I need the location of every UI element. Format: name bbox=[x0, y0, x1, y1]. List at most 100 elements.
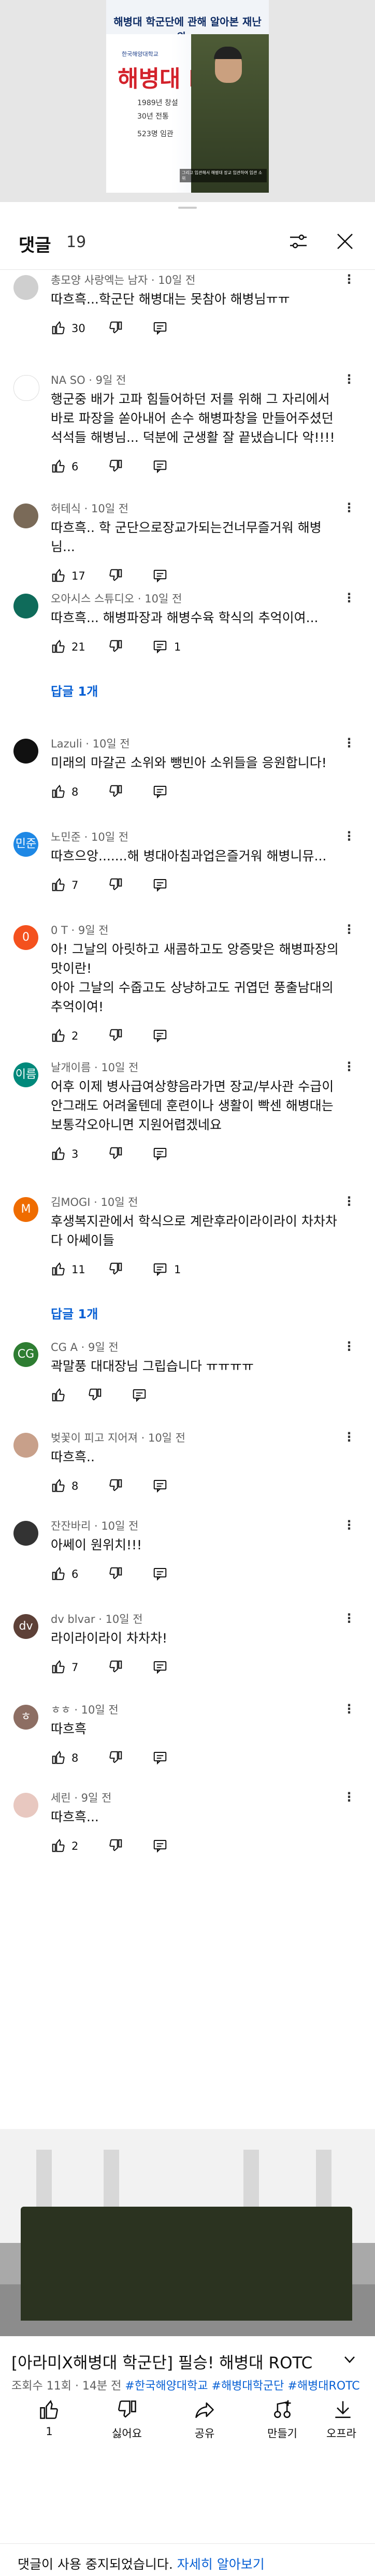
dislike-button[interactable] bbox=[108, 568, 123, 586]
avatar[interactable] bbox=[13, 594, 38, 618]
video-title[interactable]: [아라미X해병대 학군단] 필승! 해병대 ROTC bbox=[11, 2350, 312, 2373]
comment-author[interactable]: 세린 bbox=[51, 1792, 71, 1804]
comment-author[interactable]: 벚꽃이 피고 지어져 bbox=[51, 1432, 138, 1444]
dislike-button[interactable] bbox=[108, 1566, 123, 1584]
create-button[interactable]: 만들기 bbox=[254, 2398, 311, 2441]
reply-button[interactable] bbox=[152, 568, 168, 586]
dislike-button[interactable] bbox=[108, 1838, 123, 1856]
dislike-button[interactable] bbox=[87, 1387, 103, 1405]
like-button[interactable] bbox=[51, 1387, 66, 1405]
dislike-button[interactable]: 싫어요 bbox=[98, 2398, 155, 2441]
like-button[interactable]: 3 bbox=[51, 1146, 78, 1164]
drag-handle[interactable] bbox=[178, 207, 197, 209]
dislike-button[interactable] bbox=[108, 639, 123, 657]
avatar[interactable]: 민준 bbox=[13, 832, 38, 857]
reply-button[interactable] bbox=[152, 320, 168, 338]
comment-author[interactable]: ㅎㅎ bbox=[51, 1704, 71, 1716]
like-button[interactable]: 17 bbox=[51, 568, 85, 586]
avatar[interactable] bbox=[13, 275, 38, 300]
reply-button[interactable]: 1 bbox=[152, 1261, 181, 1279]
comment-author[interactable]: CG A bbox=[51, 1341, 78, 1354]
more-vert-icon[interactable]: ⋮ bbox=[343, 1611, 355, 1625]
avatar[interactable] bbox=[13, 1433, 38, 1458]
reply-button[interactable] bbox=[152, 1478, 168, 1496]
video-hashtags[interactable]: #한국해양대학교 #해병대학군단 #해병대ROTC bbox=[125, 2380, 359, 2393]
like-button[interactable]: 1 bbox=[21, 2398, 78, 2438]
share-button[interactable]: 공유 bbox=[176, 2398, 233, 2441]
comment-author[interactable]: 허테식 bbox=[51, 502, 81, 515]
more-vert-icon[interactable]: ⋮ bbox=[343, 1790, 355, 1804]
avatar[interactable]: dv bbox=[13, 1614, 38, 1639]
more-vert-icon[interactable]: ⋮ bbox=[343, 272, 355, 286]
view-replies-link[interactable]: 답글 1개 bbox=[51, 1304, 98, 1322]
comment-author[interactable]: 날개이름 bbox=[51, 1061, 91, 1074]
reply-button[interactable] bbox=[152, 784, 168, 802]
dislike-button[interactable] bbox=[108, 1028, 123, 1046]
like-button[interactable]: 30 bbox=[51, 320, 85, 338]
like-button[interactable]: 2 bbox=[51, 1028, 78, 1046]
avatar[interactable]: CG bbox=[13, 1342, 38, 1367]
reply-button[interactable] bbox=[152, 1146, 168, 1164]
like-button[interactable]: 2 bbox=[51, 1838, 78, 1856]
avatar[interactable]: ㅎ bbox=[13, 1705, 38, 1730]
like-button[interactable]: 8 bbox=[51, 784, 78, 802]
reply-button[interactable] bbox=[152, 458, 168, 477]
dislike-button[interactable] bbox=[108, 1146, 123, 1164]
more-vert-icon[interactable]: ⋮ bbox=[343, 1430, 355, 1444]
comment-author[interactable]: 0 T bbox=[51, 924, 68, 937]
like-button[interactable]: 6 bbox=[51, 458, 78, 477]
comment-author[interactable]: NA SO bbox=[51, 374, 85, 386]
reply-button[interactable] bbox=[152, 1028, 168, 1046]
reply-button[interactable] bbox=[152, 1566, 168, 1584]
like-button[interactable]: 7 bbox=[51, 877, 78, 895]
like-button[interactable]: 8 bbox=[51, 1750, 78, 1768]
filter-icon[interactable] bbox=[288, 231, 309, 254]
reply-button[interactable] bbox=[132, 1387, 147, 1405]
chevron-down-icon[interactable] bbox=[342, 2352, 357, 2369]
comment-author[interactable]: 총모양 사랑엑는 남자 bbox=[51, 274, 148, 286]
dislike-button[interactable] bbox=[108, 1750, 123, 1768]
more-vert-icon[interactable]: ⋮ bbox=[343, 372, 355, 386]
like-button[interactable]: 11 bbox=[51, 1261, 85, 1279]
dislike-button[interactable] bbox=[108, 320, 123, 338]
more-vert-icon[interactable]: ⋮ bbox=[343, 1194, 355, 1208]
dislike-button[interactable] bbox=[108, 1478, 123, 1496]
like-button[interactable]: 8 bbox=[51, 1478, 78, 1496]
more-vert-icon[interactable]: ⋮ bbox=[343, 1702, 355, 1716]
reply-button[interactable] bbox=[152, 1838, 168, 1856]
more-vert-icon[interactable]: ⋮ bbox=[343, 591, 355, 605]
more-vert-icon[interactable]: ⋮ bbox=[343, 1339, 355, 1354]
comment-author[interactable]: 오아시스 스튜디오 bbox=[51, 593, 134, 605]
dislike-button[interactable] bbox=[108, 1659, 123, 1677]
avatar[interactable] bbox=[13, 503, 38, 528]
comment-author[interactable]: 노민준 bbox=[51, 831, 81, 843]
dislike-button[interactable] bbox=[108, 877, 123, 895]
view-replies-link[interactable]: 답글 1개 bbox=[51, 681, 98, 699]
comment-author[interactable]: Lazuli bbox=[51, 738, 82, 750]
learn-more-link[interactable]: 자세히 알아보기 bbox=[177, 2557, 265, 2572]
offline-button[interactable]: 오프라 bbox=[326, 2398, 375, 2441]
dislike-button[interactable] bbox=[108, 784, 123, 802]
reply-button[interactable] bbox=[152, 1659, 168, 1677]
comment-author[interactable]: dv blvar bbox=[51, 1613, 95, 1625]
avatar[interactable] bbox=[13, 739, 38, 764]
reply-button[interactable] bbox=[152, 877, 168, 895]
dislike-button[interactable] bbox=[108, 458, 123, 477]
more-vert-icon[interactable]: ⋮ bbox=[343, 736, 355, 750]
more-vert-icon[interactable]: ⋮ bbox=[343, 1059, 355, 1074]
close-icon[interactable] bbox=[334, 230, 356, 255]
reply-button[interactable]: 1 bbox=[152, 639, 181, 657]
comment-author[interactable]: 김MOGI bbox=[51, 1196, 90, 1208]
more-vert-icon[interactable]: ⋮ bbox=[343, 1518, 355, 1532]
video-player[interactable]: 해병대 학군단에 관해 알아본 재난와... 한국해양대학교 해병대 ROTC … bbox=[0, 0, 375, 202]
like-button[interactable]: 6 bbox=[51, 1566, 78, 1584]
more-vert-icon[interactable]: ⋮ bbox=[343, 829, 355, 843]
dislike-button[interactable] bbox=[108, 1261, 123, 1279]
more-vert-icon[interactable]: ⋮ bbox=[343, 500, 355, 515]
comment-author[interactable]: 잔잔바리 bbox=[51, 1520, 91, 1532]
reply-button[interactable] bbox=[152, 1750, 168, 1768]
avatar[interactable]: 0 bbox=[13, 925, 38, 950]
avatar[interactable] bbox=[13, 375, 39, 401]
avatar[interactable]: M bbox=[13, 1197, 38, 1222]
avatar[interactable] bbox=[13, 1793, 38, 1818]
